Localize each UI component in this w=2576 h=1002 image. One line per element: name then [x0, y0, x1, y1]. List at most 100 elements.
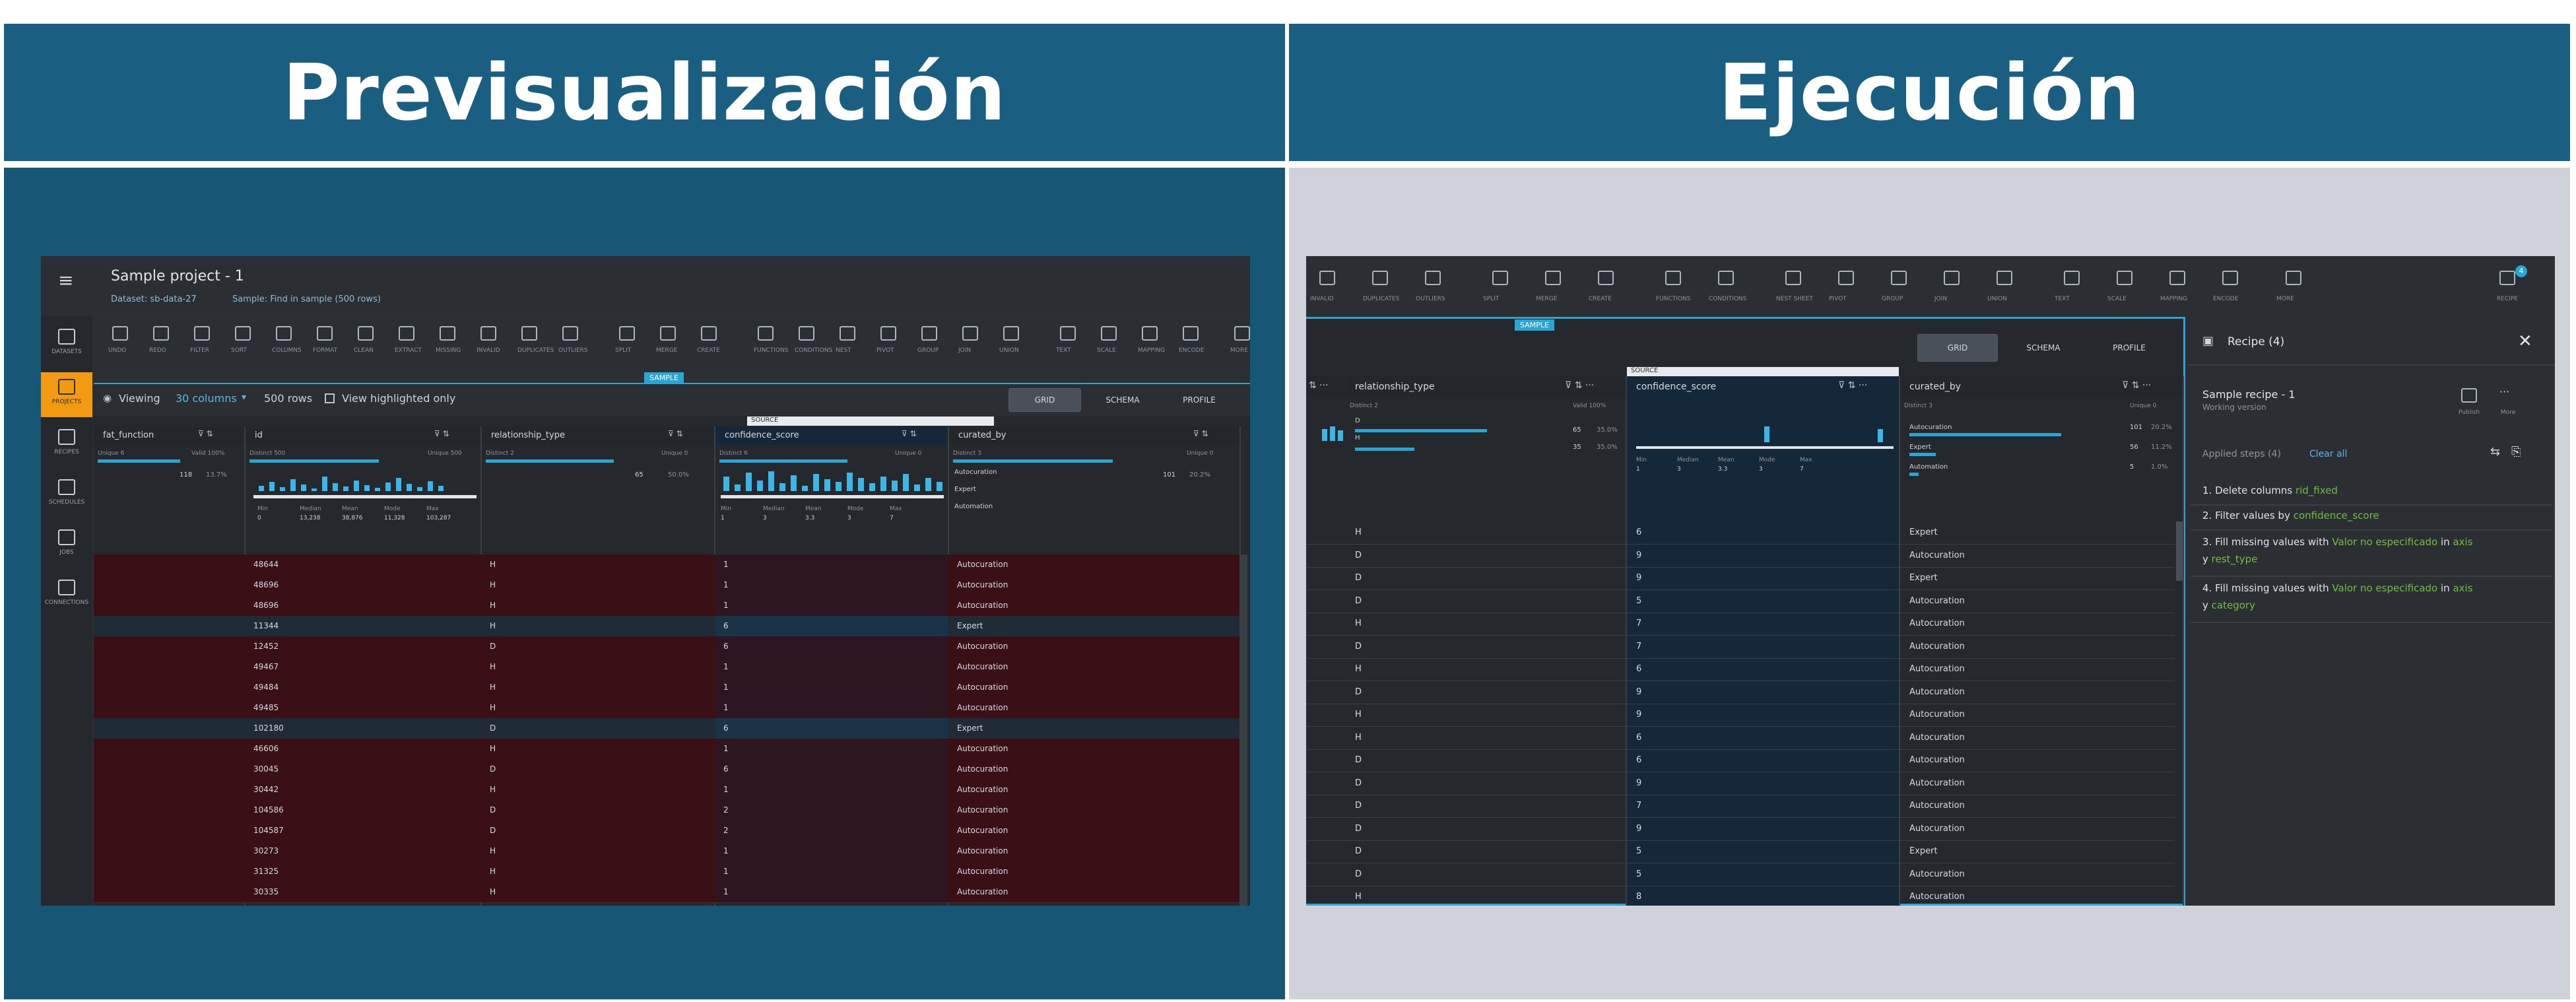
table-row[interactable] — [1306, 590, 2175, 613]
scrollbar[interactable] — [1241, 554, 1247, 906]
table-row[interactable] — [1306, 681, 2175, 704]
cell-relationship[interactable]: H — [1355, 892, 1362, 902]
histogram-bar[interactable] — [1330, 426, 1335, 441]
cell-id[interactable]: 12452 — [253, 642, 279, 651]
create-icon[interactable] — [1598, 271, 1614, 285]
cell-relationship[interactable]: D — [1355, 846, 1362, 856]
histogram-bar[interactable] — [813, 474, 819, 491]
more-icon[interactable]: ··· — [2499, 385, 2509, 398]
cell-curator[interactable]: Autocuration — [957, 580, 1008, 589]
cell-score[interactable]: 6 — [1636, 755, 1641, 765]
union-icon[interactable] — [1003, 326, 1019, 341]
histogram-bar[interactable] — [290, 479, 296, 491]
cell-score[interactable]: 9 — [1636, 778, 1641, 788]
recipe-step[interactable]: 1. Delete columns rid_fixed — [2202, 484, 2338, 496]
filter-icon[interactable]: ⊽ ⇅ — [434, 429, 449, 438]
cell-relationship[interactable]: H — [490, 662, 496, 671]
cell-score[interactable]: 1 — [723, 662, 729, 671]
more-label[interactable]: More — [2501, 409, 2515, 416]
cell-relationship[interactable]: D — [1355, 596, 1362, 606]
cell-score[interactable]: 1 — [723, 867, 729, 876]
table-row[interactable] — [1306, 636, 2175, 659]
cell-score[interactable]: 6 — [1636, 733, 1641, 743]
cell-curator[interactable]: Autocuration — [957, 601, 1008, 610]
cell-curator[interactable]: Expert — [957, 621, 983, 630]
cell-score[interactable]: 9 — [1636, 710, 1641, 719]
histogram-bar[interactable] — [385, 483, 391, 491]
sample-info[interactable]: Sample: Find in sample (500 rows) — [232, 294, 381, 304]
cell-curator[interactable]: Expert — [1909, 846, 1938, 856]
table-row[interactable] — [1306, 521, 2175, 545]
cell-relationship[interactable]: H — [490, 744, 496, 753]
merge-icon[interactable] — [1545, 271, 1561, 285]
scrollbar[interactable] — [2176, 521, 2183, 581]
histogram-bar[interactable] — [438, 486, 444, 491]
missing-icon[interactable] — [440, 326, 455, 341]
cell-relationship[interactable]: D — [1355, 801, 1362, 811]
cell-curator[interactable]: Expert — [957, 723, 983, 733]
histogram-bar[interactable] — [312, 488, 317, 491]
table-row[interactable] — [1306, 658, 2175, 681]
histogram-bar[interactable] — [1338, 430, 1343, 441]
cell-score[interactable]: 9 — [1636, 573, 1641, 583]
nest-icon[interactable] — [840, 326, 855, 341]
cell-curator[interactable]: Autocuration — [1909, 618, 1965, 628]
table-row[interactable] — [1306, 886, 2175, 906]
cell-score[interactable]: 9 — [1636, 824, 1641, 834]
cell-score[interactable]: 1 — [723, 703, 729, 712]
cell-score[interactable]: 1 — [723, 683, 729, 692]
cell-curator[interactable]: Autocuration — [1909, 710, 1965, 719]
mapping-icon[interactable] — [2169, 271, 2185, 285]
cell-curator[interactable]: Autocuration — [957, 805, 1008, 815]
histogram-bar[interactable] — [280, 487, 285, 491]
cell-curator[interactable]: Autocuration — [957, 744, 1008, 753]
functions-icon[interactable] — [758, 326, 774, 341]
table-row[interactable] — [1306, 704, 2175, 727]
cell-score[interactable]: 6 — [723, 642, 729, 651]
cell-relationship[interactable]: H — [490, 683, 496, 692]
cell-curator[interactable]: Autocuration — [957, 826, 1008, 835]
cell-score[interactable]: 1 — [723, 580, 729, 589]
cell-curator[interactable]: Autocuration — [957, 785, 1008, 794]
join-icon[interactable] — [1944, 271, 1960, 285]
cell-score[interactable]: 5 — [1636, 846, 1641, 856]
histogram-bar[interactable] — [779, 483, 785, 491]
filter-icon[interactable]: ⊽ ⇅ — [1193, 429, 1208, 438]
cell-curator[interactable]: Autocuration — [957, 867, 1008, 876]
histogram-bar[interactable] — [428, 481, 433, 491]
table-row[interactable] — [1306, 545, 2175, 568]
invalid-icon[interactable] — [480, 326, 496, 341]
histogram-bar[interactable] — [1764, 426, 1769, 442]
histogram-bar[interactable] — [925, 478, 931, 491]
cell-relationship[interactable]: D — [1355, 551, 1362, 560]
create-icon[interactable] — [701, 326, 717, 341]
cell-score[interactable]: 1 — [723, 785, 729, 794]
tab-grid[interactable]: GRID — [1008, 388, 1081, 412]
cell-score[interactable]: 1 — [723, 560, 729, 569]
cell-relationship[interactable]: H — [1355, 710, 1362, 719]
more-icon[interactable] — [2286, 271, 2301, 285]
histogram-bar[interactable] — [354, 481, 359, 491]
histogram-bar[interactable] — [322, 477, 327, 491]
sidebar-item-jobs[interactable]: JOBS — [41, 523, 92, 568]
histogram-bar[interactable] — [903, 474, 909, 491]
histogram-bar[interactable] — [937, 482, 942, 491]
encode-icon[interactable] — [2222, 271, 2238, 285]
cell-score[interactable]: 5 — [1636, 869, 1641, 879]
recipe-step[interactable]: 4. Fill missing values with Valor no esp… — [2202, 582, 2473, 594]
menu-icon[interactable]: ≡ — [58, 269, 73, 291]
histogram-bar[interactable] — [259, 486, 264, 491]
histogram-bar[interactable] — [375, 488, 380, 491]
more-icon[interactable] — [1234, 326, 1250, 341]
cell-curator[interactable]: Expert — [1909, 527, 1938, 537]
highlight-checkbox[interactable] — [325, 393, 335, 403]
cell-relationship[interactable]: D — [490, 826, 496, 835]
cell-id[interactable]: 48644 — [253, 560, 279, 569]
histogram-bar[interactable] — [869, 483, 875, 491]
histogram-bar[interactable] — [269, 482, 275, 491]
format-icon[interactable] — [317, 326, 333, 341]
cell-relationship[interactable]: H — [490, 887, 496, 896]
recipe-step[interactable]: 2. Filter values by confidence_score — [2202, 510, 2379, 521]
cell-curator[interactable]: Autocuration — [1909, 869, 1965, 879]
swap-icon[interactable]: ⇆ — [2490, 445, 2500, 459]
